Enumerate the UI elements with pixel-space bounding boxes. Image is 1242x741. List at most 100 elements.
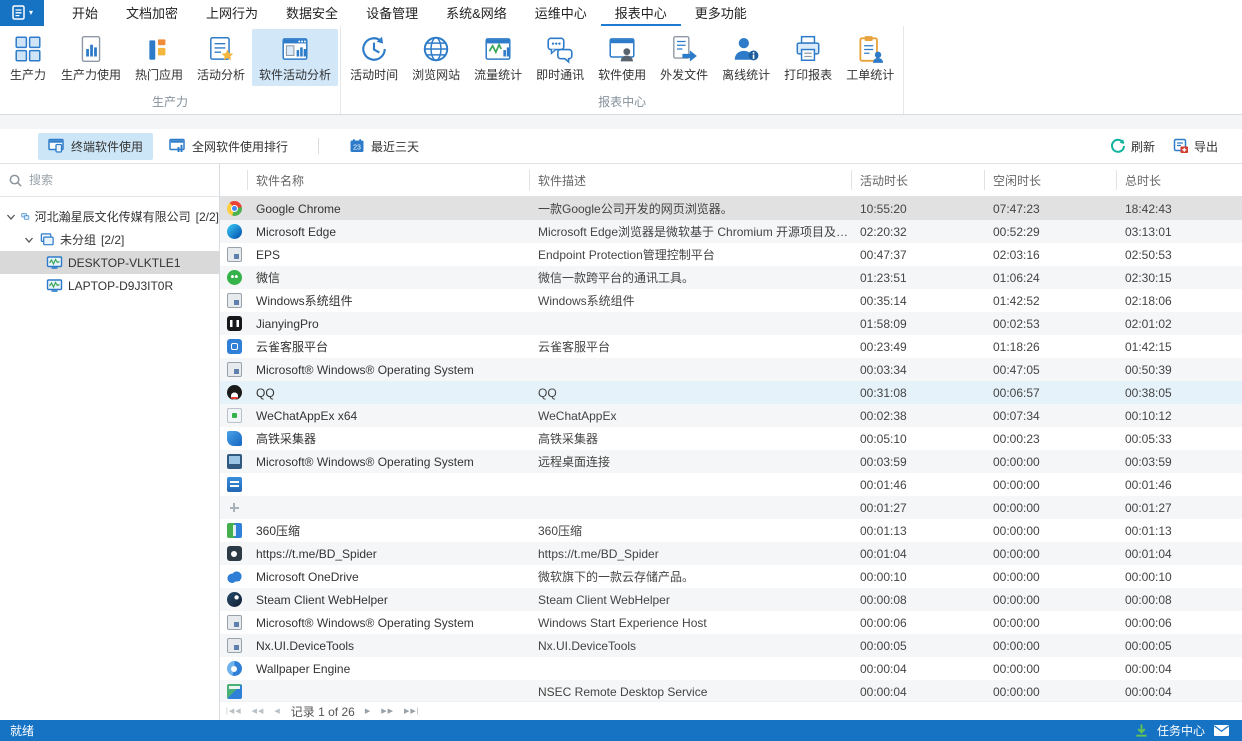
table-row[interactable]: 云雀客服平台 云雀客服平台 00:23:49 01:18:26 01:42:15 — [220, 335, 1242, 358]
pager-prev-button[interactable]: ◀ — [274, 707, 280, 715]
task-center-button[interactable]: 任务中心 — [1157, 722, 1205, 739]
ribbon-item-offline-stats[interactable]: 离线统计 — [715, 29, 777, 86]
software-name: Windows系统组件 — [248, 292, 530, 309]
table-row[interactable]: JianyingPro 01:58:09 00:02:53 02:01:02 — [220, 312, 1242, 335]
tab-terminal-software-usage[interactable]: 终端软件使用 — [38, 133, 153, 160]
ribbon-item-hot-apps[interactable]: 热门应用 — [128, 29, 190, 86]
table-row[interactable]: Microsoft® Windows® Operating System Win… — [220, 611, 1242, 634]
ribbon-item-traffic-stats[interactable]: 流量统计 — [467, 29, 529, 86]
table-row[interactable]: NSEC Remote Desktop Service 00:00:04 00:… — [220, 680, 1242, 701]
table-row[interactable]: QQ QQ 00:31:08 00:06:57 00:38:05 — [220, 381, 1242, 404]
pager-prev-page-button[interactable]: ◀◀ — [252, 707, 265, 715]
ribbon-group-productivity: 生产力 生产力使用 热门应用 活动分析 软件活动分析 — [0, 26, 341, 114]
header-total-duration[interactable]: 总时长 — [1117, 170, 1242, 190]
ribbon: 生产力 生产力使用 热门应用 活动分析 软件活动分析 — [0, 26, 1242, 115]
table-row[interactable]: Steam Client WebHelper Steam Client WebH… — [220, 588, 1242, 611]
tree-node-group[interactable]: 未分组 [2/2] — [0, 228, 219, 251]
ribbon-item-outgoing-files[interactable]: 外发文件 — [653, 29, 715, 86]
menu-item[interactable]: 数据安全 — [272, 0, 352, 26]
search-input[interactable] — [29, 173, 211, 187]
tree-node-company[interactable]: 河北瀚星辰文化传媒有限公司 [2/2] — [0, 205, 219, 228]
menu-item[interactable]: 上网行为 — [192, 0, 272, 26]
active-duration: 00:35:14 — [852, 294, 985, 308]
ribbon-item-browse-websites[interactable]: 浏览网站 — [405, 29, 467, 86]
table-row[interactable]: 00:01:27 00:00:00 00:01:27 — [220, 496, 1242, 519]
ribbon-item-productivity[interactable]: 生产力 — [2, 29, 54, 86]
idle-duration: 00:52:29 — [985, 225, 1117, 239]
app-menu-button[interactable]: ▾ — [0, 0, 44, 26]
tree-node-terminal[interactable]: DESKTOP-VLKTLE1 — [0, 251, 219, 274]
company-count: [2/2] — [196, 210, 219, 224]
chevron-expanded-icon — [24, 235, 34, 245]
table-row[interactable]: Wallpaper Engine 00:00:04 00:00:00 00:00… — [220, 657, 1242, 680]
refresh-button[interactable]: 刷新 — [1104, 134, 1161, 159]
total-duration: 02:50:53 — [1117, 248, 1242, 262]
ribbon-item-label: 热门应用 — [135, 66, 183, 83]
active-duration: 01:23:51 — [852, 271, 985, 285]
menu-item[interactable]: 文档加密 — [112, 0, 192, 26]
header-software-name[interactable]: 软件名称 — [248, 170, 530, 190]
doc-chart-icon — [76, 34, 106, 64]
ribbon-item-software-activity-analysis[interactable]: 软件活动分析 — [252, 29, 338, 86]
table-row[interactable]: 00:01:46 00:00:00 00:01:46 — [220, 473, 1242, 496]
table-row[interactable]: 360压缩 360压缩 00:01:13 00:00:00 00:01:13 — [220, 519, 1242, 542]
software-name: Microsoft® Windows® Operating System — [248, 616, 530, 630]
ribbon-item-instant-messaging[interactable]: 即时通讯 — [529, 29, 591, 86]
monitor-icon — [46, 255, 63, 271]
tab-network-software-ranking[interactable]: 全网软件使用排行 — [159, 133, 298, 160]
menu-item[interactable]: 运维中心 — [521, 0, 601, 26]
grid-icon — [13, 34, 43, 64]
menu-item[interactable]: 系统&网络 — [432, 0, 521, 26]
ribbon-item-print-report[interactable]: 打印报表 — [777, 29, 839, 86]
table-row[interactable]: Google Chrome 一款Google公司开发的网页浏览器。 10:55:… — [220, 197, 1242, 220]
total-duration: 00:38:05 — [1117, 386, 1242, 400]
table-row[interactable]: https://t.me/BD_Spider https://t.me/BD_S… — [220, 542, 1242, 565]
message-icon[interactable] — [1213, 724, 1230, 737]
date-filter-label: 最近三天 — [371, 138, 419, 155]
menu-item[interactable]: 开始 — [58, 0, 112, 26]
header-software-desc[interactable]: 软件描述 — [530, 170, 852, 190]
refresh-icon — [1110, 138, 1126, 154]
active-duration: 00:01:13 — [852, 524, 985, 538]
active-duration: 00:00:04 — [852, 662, 985, 676]
search-box[interactable] — [0, 164, 219, 197]
view-tab-bar: 终端软件使用 全网软件使用排行 23 最近三天 刷新 导出 — [0, 129, 1242, 164]
table-row[interactable]: Microsoft® Windows® Operating System 远程桌… — [220, 450, 1242, 473]
table-row[interactable]: WeChatAppEx x64 WeChatAppEx 00:02:38 00:… — [220, 404, 1242, 427]
table-row[interactable]: Microsoft® Windows® Operating System 00:… — [220, 358, 1242, 381]
app-icon — [227, 201, 242, 216]
table-row[interactable]: EPS Endpoint Protection管理控制平台 00:47:37 0… — [220, 243, 1242, 266]
app-icon — [227, 316, 242, 331]
menu-item[interactable]: 设备管理 — [352, 0, 432, 26]
ribbon-item-productivity-usage[interactable]: 生产力使用 — [54, 29, 128, 86]
menu-item[interactable]: 更多功能 — [681, 0, 761, 26]
ribbon-item-ticket-stats[interactable]: 工单统计 — [839, 29, 901, 86]
ribbon-item-software-usage[interactable]: 软件使用 — [591, 29, 653, 86]
menu-item[interactable]: 报表中心 — [601, 0, 681, 26]
pager-next-page-button[interactable]: ▶▶ — [381, 707, 394, 715]
software-name: 360压缩 — [248, 522, 530, 539]
software-name: 云雀客服平台 — [248, 338, 530, 355]
ribbon-item-label: 浏览网站 — [412, 66, 460, 83]
table-row[interactable]: 高铁采集器 高铁采集器 00:05:10 00:00:23 00:05:33 — [220, 427, 1242, 450]
table-row[interactable]: Microsoft Edge Microsoft Edge浏览器是微软基于 Ch… — [220, 220, 1242, 243]
ribbon-item-activity-analysis[interactable]: 活动分析 — [190, 29, 252, 86]
pager-next-button[interactable]: ▶ — [365, 707, 371, 715]
pager-last-button[interactable]: ▶▶| — [404, 707, 420, 715]
tree-node-terminal[interactable]: LAPTOP-D9J3IT0R — [0, 274, 219, 297]
date-filter-button[interactable]: 23 最近三天 — [339, 133, 429, 160]
app-icon — [227, 523, 242, 538]
table-row[interactable]: 微信 微信一款跨平台的通讯工具。 01:23:51 01:06:24 02:30… — [220, 266, 1242, 289]
header-active-duration[interactable]: 活动时长 — [852, 170, 985, 190]
ribbon-item-activity-time[interactable]: 活动时间 — [343, 29, 405, 86]
hot-apps-icon — [144, 34, 174, 64]
header-idle-duration[interactable]: 空闲时长 — [985, 170, 1117, 190]
table-row[interactable]: Microsoft OneDrive 微软旗下的一款云存储产品。 00:00:1… — [220, 565, 1242, 588]
export-button[interactable]: 导出 — [1167, 134, 1224, 159]
idle-duration: 00:07:34 — [985, 409, 1117, 423]
app-icon — [227, 638, 242, 653]
table-row[interactable]: Windows系统组件 Windows系统组件 00:35:14 01:42:5… — [220, 289, 1242, 312]
pager-first-button[interactable]: |◀◀ — [226, 707, 242, 715]
software-desc: Nx.UI.DeviceTools — [530, 639, 852, 653]
table-row[interactable]: Nx.UI.DeviceTools Nx.UI.DeviceTools 00:0… — [220, 634, 1242, 657]
